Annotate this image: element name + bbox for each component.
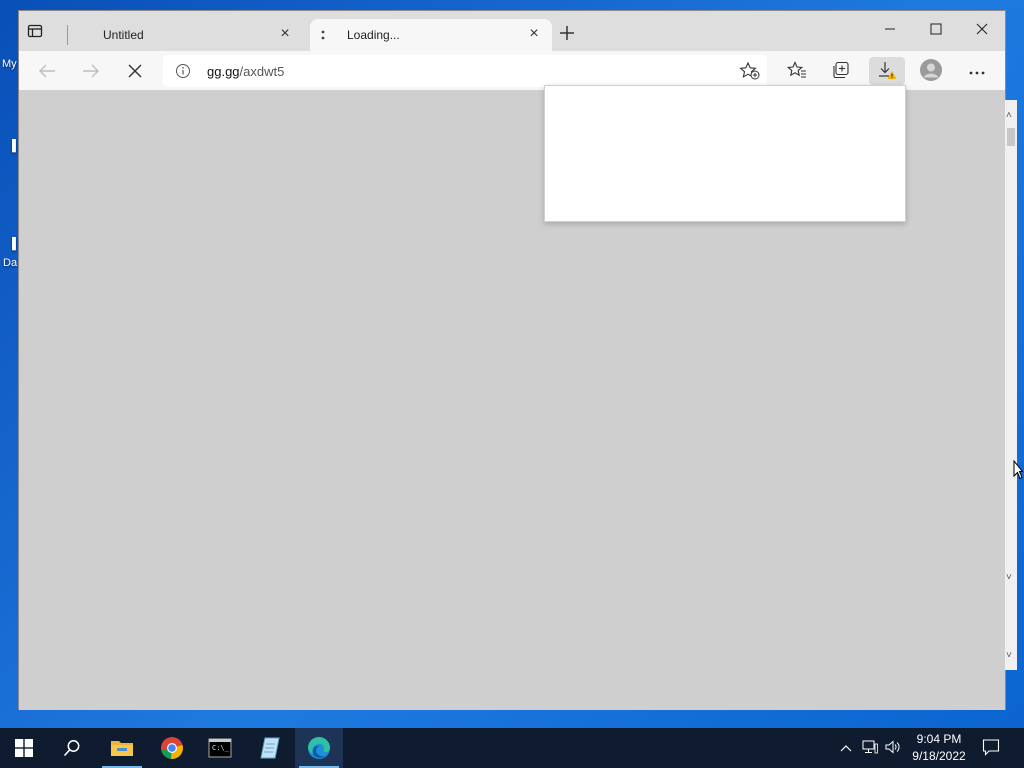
maximize-icon bbox=[930, 23, 942, 35]
search-button[interactable] bbox=[48, 728, 96, 768]
collections-icon bbox=[832, 61, 850, 82]
close-icon bbox=[976, 23, 988, 35]
settings-menu-button[interactable] bbox=[961, 57, 993, 85]
notifications-button[interactable] bbox=[976, 738, 1006, 758]
maximize-button[interactable] bbox=[913, 17, 959, 47]
desktop-icon-label[interactable]: My bbox=[2, 58, 17, 70]
add-favorite-icon[interactable] bbox=[739, 61, 761, 84]
search-icon bbox=[63, 740, 80, 757]
edge-taskbar-button[interactable] bbox=[295, 728, 343, 768]
file-explorer-taskbar-button[interactable] bbox=[98, 728, 146, 768]
tab-separator bbox=[67, 25, 68, 45]
forward-arrow-icon bbox=[83, 64, 99, 78]
chrome-taskbar-button[interactable] bbox=[148, 728, 196, 768]
stop-button[interactable] bbox=[119, 57, 151, 85]
address-url[interactable]: gg.gg/axdwt5 bbox=[207, 64, 284, 79]
back-button[interactable] bbox=[31, 57, 63, 85]
favorites-icon bbox=[786, 60, 807, 82]
tab-loading[interactable]: Loading... × bbox=[310, 19, 552, 51]
tab-strip: Untitled × Loading... × bbox=[19, 11, 1005, 51]
svg-text:C:\_: C:\_ bbox=[212, 744, 230, 752]
plus-icon bbox=[560, 26, 574, 40]
terminal-taskbar-button[interactable]: C:\_ bbox=[196, 728, 244, 768]
clock-date: 9/18/2022 bbox=[912, 749, 966, 763]
forward-button[interactable] bbox=[75, 57, 107, 85]
profile-button[interactable] bbox=[915, 57, 947, 85]
back-arrow-icon bbox=[39, 64, 55, 78]
browser-window: Untitled × Loading... × gg.gg/axdwt5 bbox=[18, 10, 1006, 710]
chrome-icon bbox=[161, 737, 183, 760]
notepad-taskbar-button[interactable] bbox=[246, 728, 294, 768]
favorites-button[interactable] bbox=[781, 57, 813, 85]
clock-time: 9:04 PM bbox=[916, 732, 962, 746]
close-tab-icon[interactable]: × bbox=[277, 26, 293, 42]
scroll-down-icon[interactable]: ˅ bbox=[1006, 572, 1012, 583]
stop-loading-icon bbox=[128, 64, 142, 78]
desktop-icon-label[interactable]: Da bbox=[3, 257, 17, 269]
file-explorer-icon bbox=[111, 741, 133, 756]
show-hidden-icons-button[interactable] bbox=[838, 740, 854, 756]
collections-button[interactable] bbox=[825, 57, 857, 85]
background-scrollbar[interactable]: ˄ ˅ ˅ bbox=[1005, 100, 1017, 670]
notification-icon bbox=[982, 739, 1000, 756]
downloads-warning-icon bbox=[877, 60, 897, 83]
minimize-icon bbox=[885, 28, 895, 30]
tab-actions-icon[interactable] bbox=[27, 23, 45, 39]
windows-start-icon bbox=[15, 739, 33, 757]
tab-untitled[interactable]: Untitled × bbox=[77, 19, 303, 51]
url-host: gg.gg bbox=[207, 64, 240, 79]
downloads-popup[interactable] bbox=[544, 85, 906, 222]
scroll-down-icon[interactable]: ˅ bbox=[1006, 650, 1012, 661]
downloads-button[interactable] bbox=[869, 57, 905, 85]
info-icon[interactable] bbox=[175, 63, 191, 82]
address-bar[interactable]: gg.gg/axdwt5 bbox=[163, 55, 767, 87]
start-button[interactable] bbox=[0, 728, 48, 768]
edge-icon bbox=[308, 737, 330, 759]
scroll-thumb[interactable] bbox=[1007, 128, 1015, 146]
tab-label: Loading... bbox=[347, 28, 400, 42]
close-window-button[interactable] bbox=[959, 17, 1005, 47]
volume-icon[interactable] bbox=[885, 740, 901, 756]
url-path: /axdwt5 bbox=[239, 64, 285, 79]
notepad-icon bbox=[260, 737, 280, 759]
chevron-up-icon bbox=[840, 745, 852, 752]
close-tab-icon[interactable]: × bbox=[526, 26, 542, 42]
terminal-icon: C:\_ bbox=[208, 738, 232, 758]
loading-spinner-icon bbox=[320, 29, 326, 41]
scroll-up-icon[interactable]: ˄ bbox=[1006, 110, 1012, 121]
mouse-cursor-icon bbox=[1013, 459, 1024, 483]
tab-label: Untitled bbox=[103, 28, 144, 42]
system-clock[interactable]: 9:04 PM 9/18/2022 bbox=[906, 731, 972, 765]
network-icon[interactable] bbox=[862, 740, 878, 756]
minimize-button[interactable] bbox=[867, 17, 913, 47]
taskbar: C:\_ 9:04 PM 9/18/2022 bbox=[0, 728, 1024, 768]
more-icon bbox=[969, 64, 985, 78]
new-tab-button[interactable] bbox=[556, 24, 578, 46]
profile-icon bbox=[919, 58, 943, 85]
